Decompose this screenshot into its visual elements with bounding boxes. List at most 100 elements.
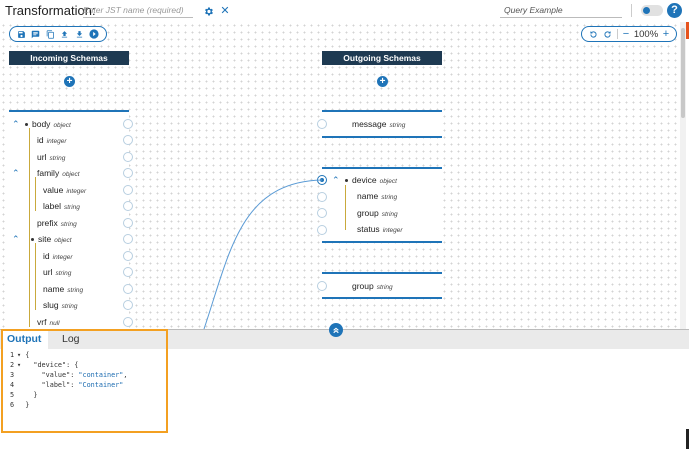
field-name: vrf [37,317,47,327]
port-url[interactable] [123,152,133,162]
port-site-url[interactable] [123,267,133,277]
fold-arrow-icon[interactable]: ▾ [17,361,25,369]
scrollbar-thumb[interactable] [681,28,685,118]
port-body[interactable] [123,119,133,129]
undo-icon[interactable] [586,30,600,39]
outgoing-row-device-name[interactable]: name string [357,188,397,204]
outgoing-row-device-status[interactable]: status integer [357,221,403,237]
field-name: slug [43,300,59,310]
tab-log[interactable]: Log [62,330,80,349]
port-id[interactable] [123,135,133,145]
panel-tab-bar [0,330,689,349]
code-line: 5 } [2,391,37,401]
json-token: "label": [25,381,79,389]
upload-icon[interactable] [60,30,69,39]
add-outgoing-schema-button[interactable]: + [377,76,388,87]
incoming-row-family[interactable]: ⌃ family object [12,165,80,181]
settings-gear-icon[interactable] [202,5,214,17]
download-icon[interactable] [75,30,84,39]
line-number: 1 [10,351,15,359]
port-device[interactable] [317,175,327,185]
save-icon[interactable] [17,30,26,39]
port-device-group[interactable] [317,208,327,218]
json-string: "Container" [78,381,124,389]
line-number: 5 [10,391,15,399]
bullet-dot [345,179,348,183]
collapse-panel-button[interactable] [329,323,343,337]
incoming-row-label[interactable]: label string [43,198,80,214]
mapping-canvas[interactable]: − 100% + Incoming Schemas Outgoing Schem… [0,22,680,329]
incoming-row-url[interactable]: url string [37,149,65,165]
outgoing-row-message[interactable]: message string [352,116,405,132]
incoming-row-body[interactable]: ⌃ body object [12,116,71,132]
port-device-status[interactable] [317,225,327,235]
incoming-row-site-slug[interactable]: slug string [43,297,78,313]
chevron-up-icon[interactable]: ⌃ [332,172,340,188]
field-name: device [352,175,377,185]
port-device-name[interactable] [317,192,327,202]
line-number: 4 [10,381,15,389]
port-site-slug[interactable] [123,300,133,310]
tab-output[interactable]: Output [1,330,48,349]
canvas-vertical-scrollbar[interactable] [680,22,686,329]
tree-line-site [35,243,36,310]
mapping-link[interactable] [203,179,323,329]
incoming-row-site-id[interactable]: id integer [43,248,73,264]
toggle-knob [643,7,650,14]
port-label[interactable] [123,201,133,211]
output-code-editor[interactable]: 1 ▾ {2 ▾ "device": {3 "value": "container"… [2,351,167,441]
chevron-up-icon[interactable]: ⌃ [12,165,20,181]
code-line: 2 ▾ "device": { [2,361,78,371]
comment-icon[interactable] [31,30,40,39]
field-name: prefix [37,218,58,228]
field-name: name [43,284,65,294]
redo-icon[interactable] [600,30,614,39]
field-name: group [352,281,374,291]
zoom-out-icon[interactable]: − [621,28,631,40]
outgoing-row-device-group[interactable]: group string [357,205,398,221]
code-line: 3 "value": "container", [2,371,128,381]
field-type: integer [52,254,73,261]
field-type: integer [382,227,403,234]
port-message[interactable] [317,119,327,129]
field-type: string [381,211,398,218]
help-icon[interactable]: ? [667,3,682,18]
field-name: site [38,234,52,244]
port-value[interactable] [123,185,133,195]
zoom-in-icon[interactable]: + [661,28,671,40]
tree-line-family [35,177,36,211]
field-name: id [37,135,44,145]
incoming-row-prefix[interactable]: prefix string [37,215,77,231]
incoming-row-site[interactable]: ⌃ site object [12,231,72,247]
field-type: object [53,122,71,129]
incoming-row-site-url[interactable]: url string [43,264,71,280]
port-site-id[interactable] [123,251,133,261]
port-prefix[interactable] [123,218,133,228]
chevron-up-icon[interactable]: ⌃ [12,231,20,247]
top-bar: Transformation: ✕ ? [0,0,689,22]
add-incoming-schema-button[interactable]: + [64,76,75,87]
port-site[interactable] [123,234,133,244]
incoming-row-value[interactable]: value integer [43,182,86,198]
field-name: group [357,208,379,218]
close-icon[interactable]: ✕ [219,4,231,17]
jst-name-input[interactable] [83,2,193,18]
incoming-row-site-name[interactable]: name string [43,281,83,297]
play-icon[interactable] [89,29,99,39]
chevron-up-icon[interactable]: ⌃ [12,116,20,132]
incoming-row-id[interactable]: id integer [37,132,67,148]
fold-arrow-icon[interactable]: ▾ [17,351,25,359]
copy-icon[interactable] [46,29,55,39]
query-example-input[interactable] [500,2,622,18]
port-group[interactable] [317,281,327,291]
field-type: string [61,303,78,310]
port-vrf[interactable] [123,317,133,327]
field-name: body [32,119,51,129]
port-family[interactable] [123,168,133,178]
outgoing-row-group[interactable]: group string [352,278,393,294]
port-site-name[interactable] [123,284,133,294]
incoming-row-vrf[interactable]: vrf null [37,314,60,329]
toggle-switch[interactable] [641,5,663,16]
incoming-schemas-header: Incoming Schemas [9,51,129,65]
outgoing-row-device[interactable]: ⌃ device object [332,172,397,188]
